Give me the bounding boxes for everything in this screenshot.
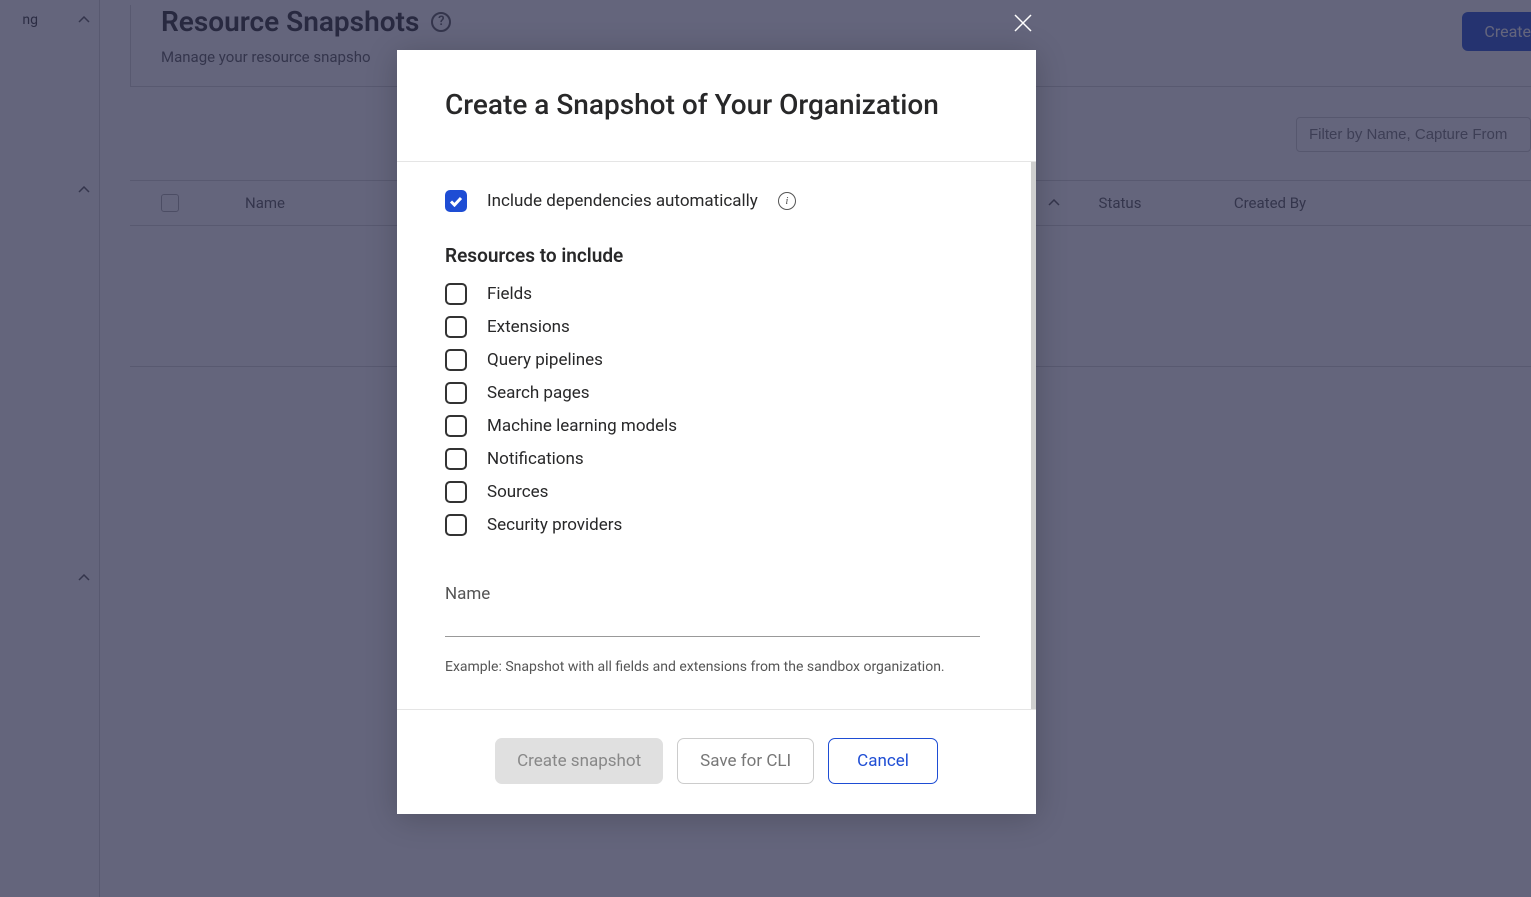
include-dependencies-checkbox[interactable] — [445, 190, 467, 212]
security-providers-checkbox[interactable] — [445, 514, 467, 536]
cancel-button[interactable]: Cancel — [828, 738, 938, 784]
name-input[interactable] — [445, 608, 980, 637]
resource-row-query-pipelines: Query pipelines — [445, 349, 983, 371]
sources-checkbox[interactable] — [445, 481, 467, 503]
search-pages-checkbox[interactable] — [445, 382, 467, 404]
query-pipelines-checkbox[interactable] — [445, 349, 467, 371]
fields-checkbox[interactable] — [445, 283, 467, 305]
modal-title: Create a Snapshot of Your Organization — [445, 88, 988, 121]
extensions-label: Extensions — [487, 317, 570, 337]
check-icon — [449, 196, 463, 207]
resource-row-security-providers: Security providers — [445, 514, 983, 536]
search-pages-label: Search pages — [487, 383, 590, 403]
modal-body: Include dependencies automatically i Res… — [397, 162, 1036, 709]
extensions-checkbox[interactable] — [445, 316, 467, 338]
security-providers-label: Security providers — [487, 515, 622, 535]
resource-row-ml-models: Machine learning models — [445, 415, 983, 437]
info-icon[interactable]: i — [778, 192, 796, 210]
modal-footer: Create snapshot Save for CLI Cancel — [397, 709, 1036, 814]
notifications-checkbox[interactable] — [445, 448, 467, 470]
save-for-cli-button[interactable]: Save for CLI — [677, 738, 814, 784]
ml-models-checkbox[interactable] — [445, 415, 467, 437]
resource-row-sources: Sources — [445, 481, 983, 503]
query-pipelines-label: Query pipelines — [487, 350, 603, 370]
name-field: Name Example: Snapshot with all fields a… — [445, 584, 983, 675]
include-dependencies-label: Include dependencies automatically — [487, 191, 758, 211]
create-snapshot-button[interactable]: Create snapshot — [495, 738, 663, 784]
close-button[interactable] — [1012, 12, 1034, 34]
resource-row-fields: Fields — [445, 283, 983, 305]
resource-row-search-pages: Search pages — [445, 382, 983, 404]
fields-label: Fields — [487, 284, 532, 304]
resources-heading: Resources to include — [445, 244, 983, 267]
include-dependencies-row: Include dependencies automatically i — [445, 190, 983, 212]
name-label: Name — [445, 584, 983, 604]
modal-header: Create a Snapshot of Your Organization — [397, 50, 1036, 162]
ml-models-label: Machine learning models — [487, 416, 677, 436]
notifications-label: Notifications — [487, 449, 584, 469]
close-icon — [1012, 12, 1034, 34]
resource-row-notifications: Notifications — [445, 448, 983, 470]
name-example: Example: Snapshot with all fields and ex… — [445, 659, 983, 675]
resource-row-extensions: Extensions — [445, 316, 983, 338]
create-snapshot-modal: Create a Snapshot of Your Organization I… — [397, 50, 1036, 814]
sources-label: Sources — [487, 482, 548, 502]
